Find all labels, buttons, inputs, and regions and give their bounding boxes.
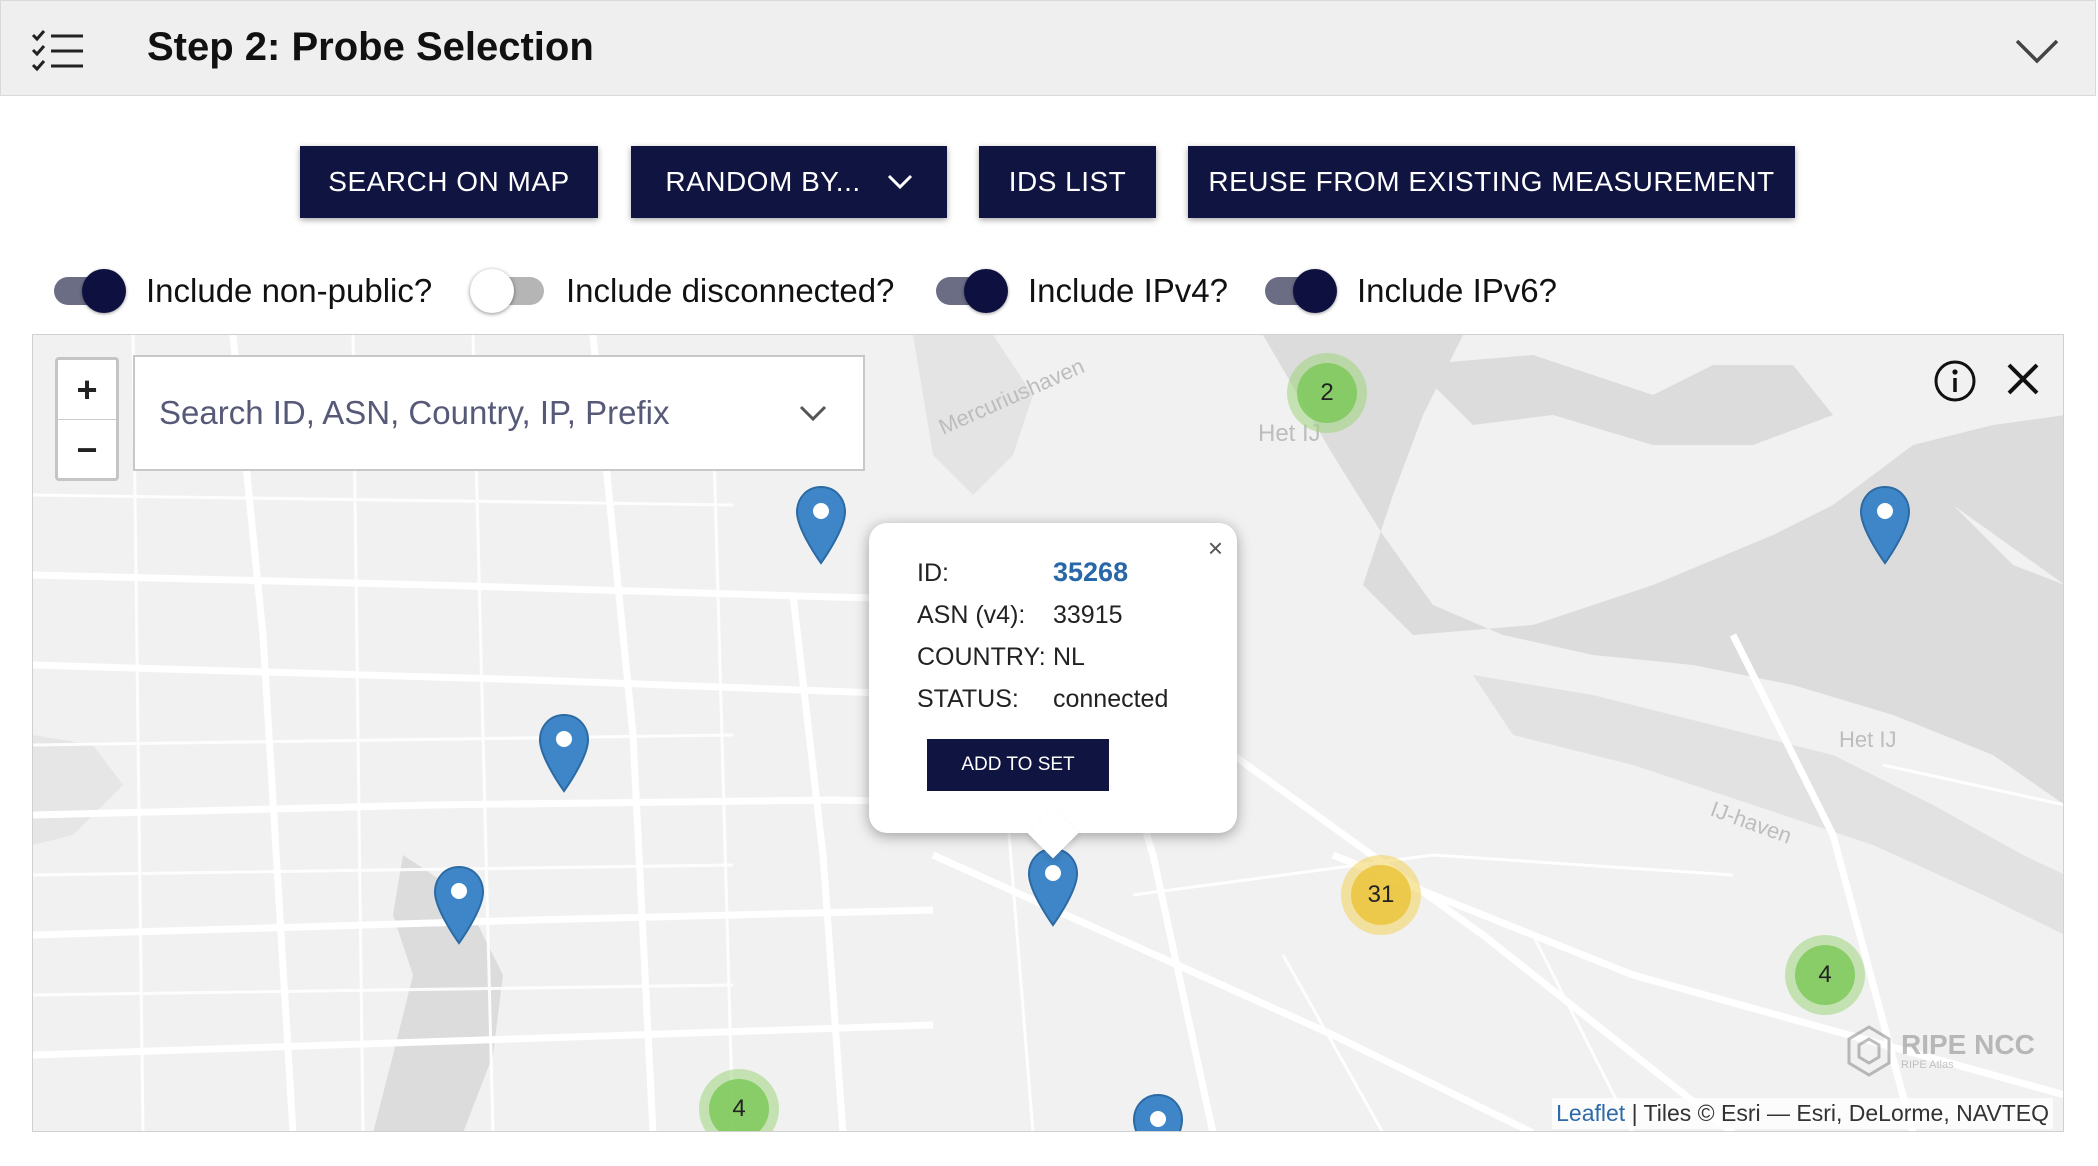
id-label: ID: (917, 559, 949, 587)
search-on-map-button[interactable]: SEARCH ON MAP (300, 146, 598, 218)
random-by-button[interactable]: RANDOM BY... (631, 146, 947, 218)
ids-list-button[interactable]: IDS LIST (979, 146, 1156, 218)
probe-marker-icon[interactable] (795, 485, 847, 565)
random-by-label: RANDOM BY... (665, 166, 861, 197)
checklist-icon (31, 30, 83, 72)
toggle-label: Include disconnected? (566, 272, 895, 309)
probe-marker-icon[interactable] (1859, 485, 1911, 565)
popup-status-row: STATUS: connected (917, 685, 1168, 714)
toggle-label: Include IPv6? (1357, 272, 1557, 309)
toggle-ipv4[interactable]: Include IPv4? (936, 266, 1228, 316)
toggle-ipv6[interactable]: Include IPv6? (1265, 266, 1557, 316)
ripe-title: RIPE NCC (1901, 1029, 2035, 1060)
search-placeholder: Search ID, ASN, Country, IP, Prefix (159, 394, 670, 431)
probe-marker-icon[interactable] (538, 713, 590, 793)
chevron-down-icon[interactable] (799, 405, 827, 423)
add-to-set-label: ADD TO SET (961, 754, 1075, 775)
popup-asn-row: ASN (v4): 33915 (917, 601, 1123, 630)
probe-popup: × ID: 35268 ASN (v4): 33915 COUNTRY: NL … (869, 523, 1237, 859)
asn-value: 33915 (1053, 601, 1123, 629)
info-icon[interactable] (1933, 359, 1977, 403)
street-label: Het IJ (1839, 727, 1896, 752)
ids-list-label: IDS LIST (1008, 166, 1127, 197)
reuse-measurement-button[interactable]: REUSE FROM EXISTING MEASUREMENT (1188, 146, 1795, 218)
toggle-switch[interactable] (1265, 269, 1337, 313)
probe-cluster[interactable]: 4 (1785, 935, 1865, 1015)
cluster-count: 4 (709, 1079, 769, 1131)
probe-cluster[interactable]: 2 (1287, 353, 1367, 433)
toggle-non-public[interactable]: Include non-public? (54, 266, 432, 316)
search-on-map-label: SEARCH ON MAP (328, 166, 570, 197)
country-value: NL (1053, 643, 1085, 671)
probe-map[interactable]: Mercuriushaven Het IJ Het IJ IJ-haven + … (32, 334, 2064, 1132)
ripe-ncc-logo: RIPE NCC RIPE Atlas (1841, 1023, 2035, 1079)
toggle-label: Include IPv4? (1028, 272, 1228, 309)
ripe-subtitle: RIPE Atlas (1901, 1059, 1954, 1071)
step-header[interactable]: Step 2: Probe Selection (0, 0, 2096, 96)
chevron-down-icon[interactable] (2015, 37, 2059, 65)
probe-id-link[interactable]: 35268 (1053, 557, 1128, 588)
zoom-control: + − (55, 357, 119, 481)
popup-country-row: COUNTRY: NL (917, 643, 1085, 672)
page-title: Step 2: Probe Selection (147, 25, 594, 69)
probe-marker-icon[interactable] (433, 865, 485, 945)
probe-marker-icon[interactable] (1027, 847, 1079, 927)
leaflet-link[interactable]: Leaflet (1556, 1100, 1625, 1126)
attribution-text: | Tiles © Esri — Esri, DeLorme, NAVTEQ (1631, 1100, 2049, 1126)
toggle-switch[interactable] (936, 269, 1008, 313)
probe-cluster[interactable]: 31 (1341, 855, 1421, 935)
popup-close-button[interactable]: × (1208, 533, 1223, 564)
ripe-logo-icon (1847, 1025, 1891, 1077)
popup-id-row: ID: 35268 (917, 557, 1128, 588)
add-to-set-button[interactable]: ADD TO SET (927, 739, 1109, 791)
close-icon[interactable] (2003, 359, 2043, 399)
country-label: COUNTRY: (917, 643, 1046, 671)
zoom-in-button[interactable]: + (58, 360, 116, 420)
chevron-down-icon (887, 174, 912, 190)
cluster-count: 2 (1297, 363, 1357, 423)
toggle-switch[interactable] (470, 269, 544, 313)
map-search-input[interactable]: Search ID, ASN, Country, IP, Prefix (133, 355, 865, 471)
probe-marker-icon[interactable] (1132, 1093, 1184, 1131)
cluster-count: 31 (1351, 865, 1411, 925)
toggle-disconnected[interactable]: Include disconnected? (470, 266, 895, 316)
toggle-label: Include non-public? (146, 272, 433, 309)
cluster-count: 4 (1795, 945, 1855, 1005)
zoom-out-button[interactable]: − (58, 420, 116, 479)
asn-label: ASN (v4): (917, 601, 1026, 629)
status-label: STATUS: (917, 685, 1019, 713)
status-value: connected (1053, 685, 1169, 713)
toggle-switch[interactable] (54, 269, 126, 313)
reuse-measurement-label: REUSE FROM EXISTING MEASUREMENT (1208, 166, 1775, 197)
map-attribution: Leaflet | Tiles © Esri — Esri, DeLorme, … (1552, 1098, 2053, 1129)
